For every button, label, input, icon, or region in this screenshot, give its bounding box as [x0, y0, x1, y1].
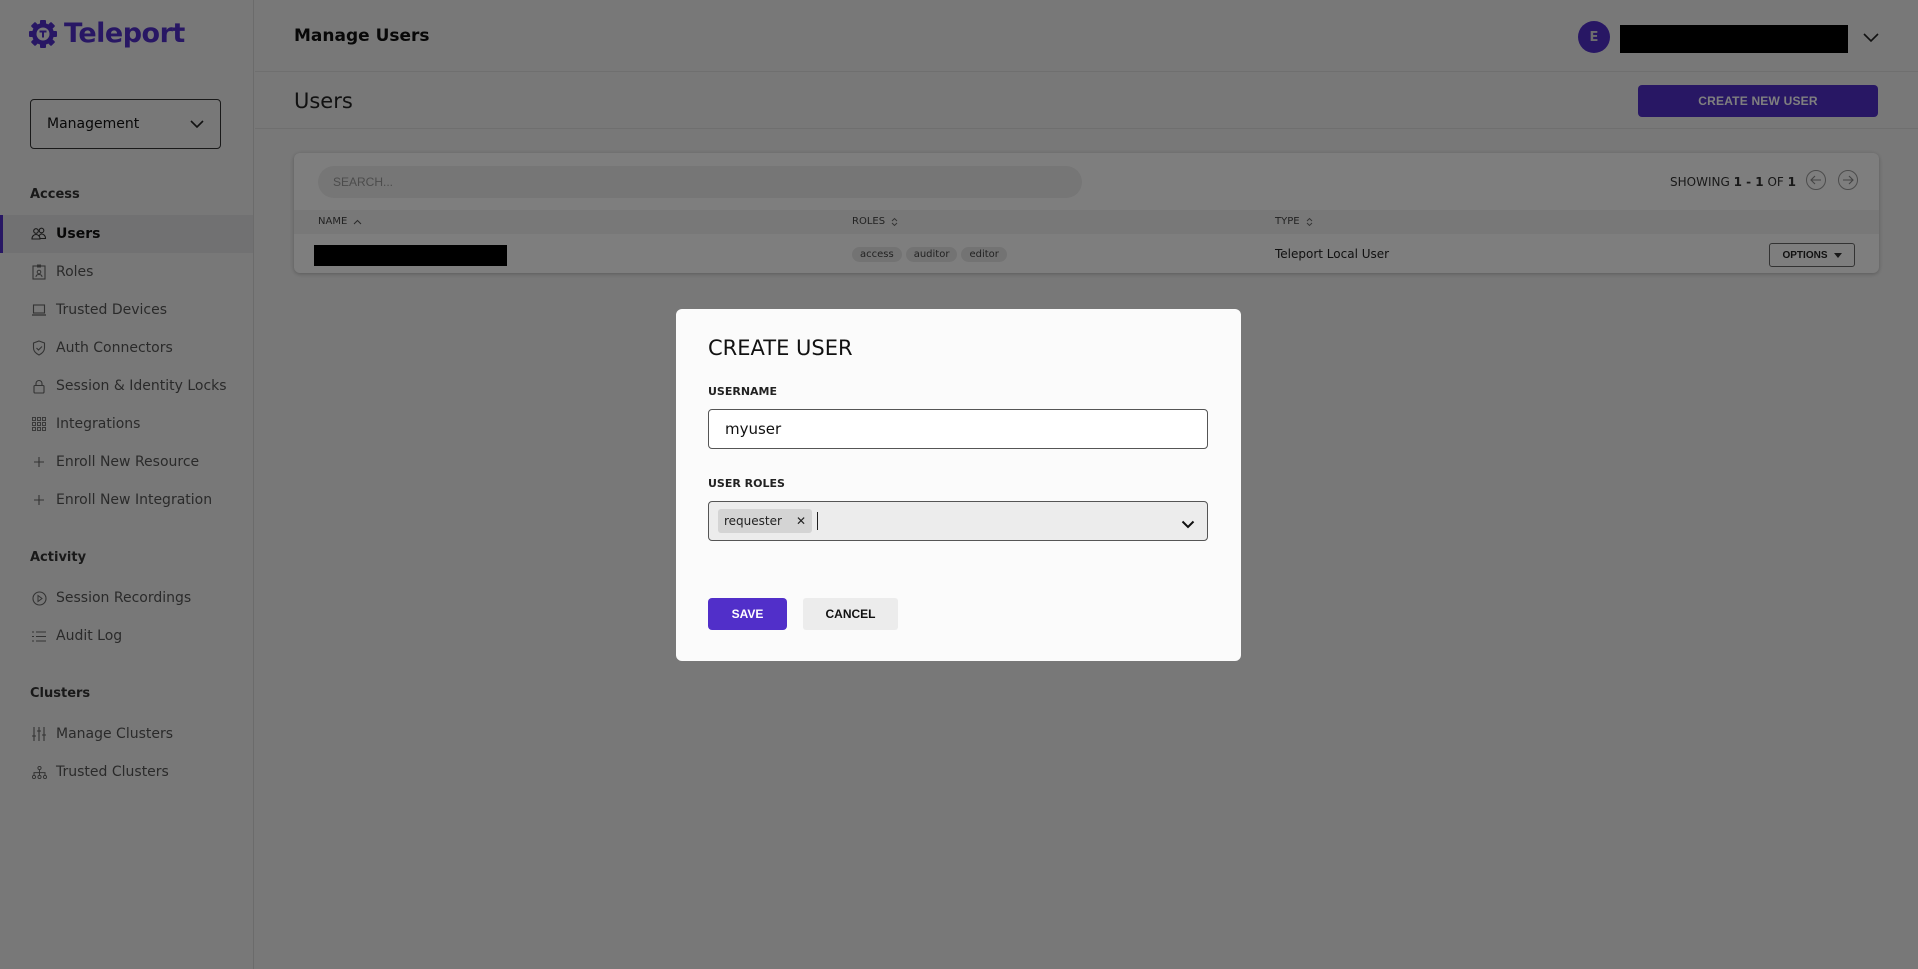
role-tag-label: requester: [724, 514, 782, 528]
username-label: USERNAME: [708, 385, 778, 398]
user-roles-label: USER ROLES: [708, 477, 785, 490]
user-roles-select[interactable]: requester ✕: [708, 501, 1208, 541]
cancel-button[interactable]: CANCEL: [803, 598, 898, 630]
create-user-dialog: CREATE USER USERNAME USER ROLES requeste…: [676, 309, 1241, 661]
selected-role-tag: requester ✕: [718, 509, 812, 533]
chevron-down-icon: [1181, 520, 1195, 529]
remove-role-icon[interactable]: ✕: [796, 514, 806, 528]
roles-dropdown-toggle[interactable]: [1181, 514, 1195, 533]
text-cursor: [817, 512, 818, 530]
username-input[interactable]: [708, 409, 1208, 449]
save-button[interactable]: SAVE: [708, 598, 787, 630]
dialog-title: CREATE USER: [708, 336, 853, 360]
